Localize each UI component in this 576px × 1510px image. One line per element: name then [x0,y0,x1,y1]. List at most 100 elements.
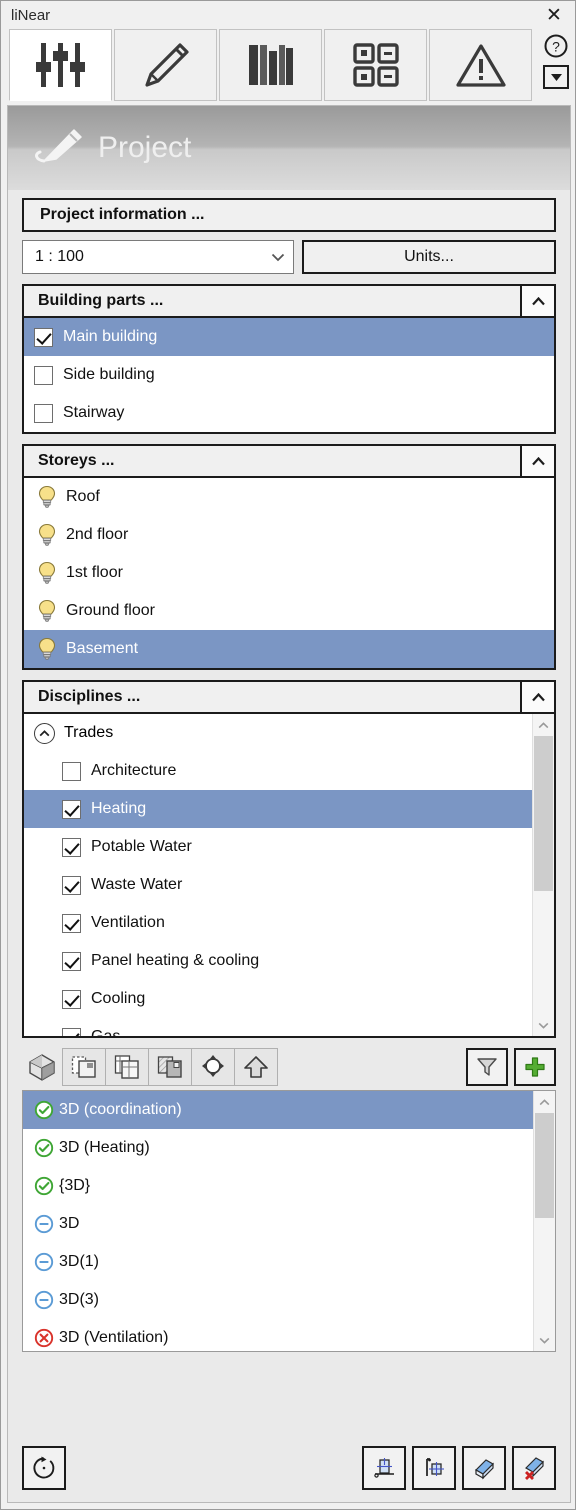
discipline-checkbox[interactable] [62,799,81,819]
lightbulb-icon [38,485,56,508]
scroll-up-button[interactable] [533,714,554,736]
bottom-action-bar [22,1446,556,1490]
scrollbar-thumb[interactable] [534,736,553,891]
tab-sliders[interactable] [9,29,112,101]
help-button[interactable]: ? [541,31,571,61]
building-part-checkbox[interactable] [34,365,53,385]
lightbulb-toggle[interactable] [34,599,60,623]
create-view-button[interactable] [462,1446,506,1490]
tab-books[interactable] [219,29,322,101]
discipline-item[interactable]: Architecture [24,752,532,790]
views-scroll-down-button[interactable] [534,1329,555,1351]
sections-icon-button[interactable] [148,1048,192,1086]
view-item[interactable]: 3D [23,1205,533,1243]
plan-views-icon [114,1055,139,1079]
sheets-icon-button[interactable] [62,1048,106,1086]
building-part-checkbox[interactable] [34,403,53,423]
sheets-icon [71,1056,96,1078]
house-3d-icon-button[interactable] [21,1048,63,1086]
scroll-down-button[interactable] [533,1014,554,1036]
discipline-item[interactable]: Heating [24,790,532,828]
view-item[interactable]: 3D(3) [23,1281,533,1319]
disciplines-header: Disciplines ... [24,682,554,714]
view-item[interactable]: 3D (coordination) [23,1091,533,1129]
storey-item[interactable]: 1st floor [24,554,554,592]
discipline-item[interactable]: Panel heating & cooling [24,942,532,980]
building-part-checkbox[interactable] [34,327,53,347]
disciplines-group: Disciplines ... Trades Architecture Heat… [22,680,556,1038]
discipline-item[interactable]: Gas [24,1018,532,1036]
view-status-icon [31,1290,57,1310]
view-item[interactable]: {3D} [23,1167,533,1205]
plan-views-icon-button[interactable] [105,1048,149,1086]
tab-pencil[interactable] [114,29,217,101]
discipline-checkbox[interactable] [62,913,81,933]
tree-root-trades[interactable]: Trades [24,714,532,752]
up-arrow-icon-button[interactable] [234,1048,278,1086]
chevron-up-icon [531,692,545,701]
lightbulb-icon [38,523,56,546]
close-icon[interactable]: ✕ [539,3,569,27]
chevron-up-icon [539,1098,550,1105]
discipline-item[interactable]: Potable Water [24,828,532,866]
building-part-item[interactable]: Side building [24,356,554,394]
view-item[interactable]: 3D(1) [23,1243,533,1281]
building-parts-title[interactable]: Building parts ... [24,286,520,316]
storey-item[interactable]: Roof [24,478,554,516]
filter-button[interactable] [466,1048,508,1086]
discipline-checkbox[interactable] [62,761,81,781]
discipline-label: Panel heating & cooling [91,952,260,969]
storey-item[interactable]: Basement [24,630,554,668]
discipline-checkbox[interactable] [62,989,81,1009]
crop-region-button[interactable] [412,1446,456,1490]
books-icon [248,45,293,85]
disciplines-collapse-button[interactable] [520,682,554,712]
more-dropdown-button[interactable] [543,65,569,89]
panel-header: Project [8,106,570,190]
add-view-button[interactable] [514,1048,556,1086]
discipline-item[interactable]: Waste Water [24,866,532,904]
view-status-icon [31,1328,57,1348]
storey-item[interactable]: Ground floor [24,592,554,630]
scale-select[interactable]: 1 : 100 [22,240,294,274]
views-scrollbar-thumb[interactable] [535,1113,554,1218]
lightbulb-toggle[interactable] [34,523,60,547]
storeys-collapse-button[interactable] [520,446,554,476]
disciplines-title[interactable]: Disciplines ... [24,682,520,712]
tab-warning[interactable] [429,29,532,101]
views-scroll-up-button[interactable] [534,1091,555,1113]
discipline-checkbox[interactable] [62,875,81,895]
create-view-icon [475,1459,494,1480]
disciplines-scrollbar[interactable] [532,714,554,1036]
building-parts-collapse-button[interactable] [520,286,554,316]
storey-label: Ground floor [66,602,155,619]
discipline-item[interactable]: Cooling [24,980,532,1018]
elevation-marker-icon-button[interactable] [191,1048,235,1086]
view-item[interactable]: 3D (Heating) [23,1129,533,1167]
delete-view-button[interactable] [512,1446,556,1490]
lightbulb-toggle[interactable] [34,561,60,585]
section-box-button[interactable] [362,1446,406,1490]
discipline-label: Waste Water [91,876,183,893]
refresh-button[interactable] [22,1446,66,1490]
discipline-checkbox[interactable] [62,951,81,971]
views-scrollbar[interactable] [533,1091,555,1351]
storeys-title[interactable]: Storeys ... [24,446,520,476]
page-title: Project [98,131,192,164]
lightbulb-toggle[interactable] [34,485,60,509]
discipline-checkbox[interactable] [62,837,81,857]
lightbulb-toggle[interactable] [34,637,60,661]
view-item[interactable]: 3D (Ventilation) [23,1319,533,1351]
units-button[interactable]: Units... [302,240,556,274]
project-information-button[interactable]: Project information ... [22,198,556,232]
circle-chevron-up-icon[interactable] [34,722,55,744]
status-neutral-icon [34,1290,54,1310]
discipline-item[interactable]: Ventilation [24,904,532,942]
tab-grid[interactable] [324,29,427,101]
warning-icon [455,44,506,87]
project-panel: Project Project information ... 1 : 100 … [7,105,571,1503]
storey-item[interactable]: 2nd floor [24,516,554,554]
building-part-item[interactable]: Main building [24,318,554,356]
building-part-item[interactable]: Stairway [24,394,554,432]
discipline-checkbox[interactable] [62,1027,81,1036]
